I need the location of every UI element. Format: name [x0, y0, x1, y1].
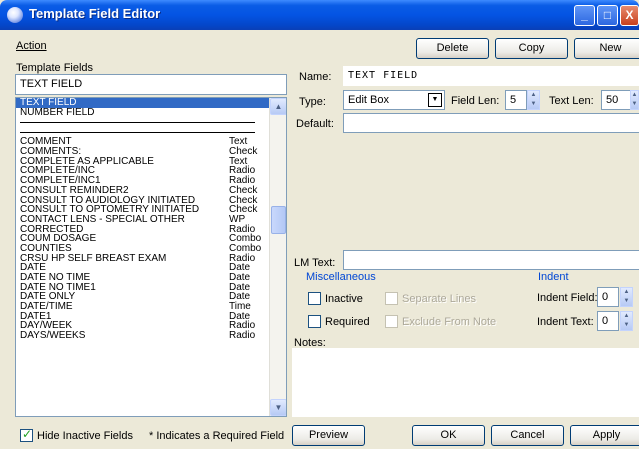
- list-scrollbar[interactable]: ▲ ▼: [269, 98, 286, 416]
- selected-field-display[interactable]: TEXT FIELD: [15, 74, 287, 95]
- delete-button[interactable]: Delete: [416, 38, 489, 59]
- required-label: Required: [325, 316, 370, 328]
- inactive-label: Inactive: [325, 293, 363, 305]
- app-icon: [7, 7, 23, 23]
- required-checkbox[interactable]: [308, 315, 321, 328]
- list-separator: [16, 117, 269, 127]
- lm-text-label: LM Text:: [294, 257, 336, 269]
- indent-text-input[interactable]: 0: [597, 311, 619, 331]
- indent-field-label: Indent Field:: [537, 292, 598, 304]
- field-len-label: Field Len:: [451, 95, 500, 107]
- text-len-label: Text Len:: [549, 95, 594, 107]
- new-button[interactable]: New: [574, 38, 639, 59]
- separate-lines-label: Separate Lines: [402, 293, 476, 305]
- text-len-input[interactable]: 50: [601, 90, 631, 110]
- lm-text-field[interactable]: [343, 250, 639, 270]
- menu-action[interactable]: Action: [16, 40, 47, 52]
- indent-text-spinner[interactable]: ▲ ▼: [620, 311, 633, 331]
- indent-field-input[interactable]: 0: [597, 287, 619, 307]
- indent-caption: Indent: [536, 271, 571, 283]
- list-rows: TEXT FIELD NUMBER FIELD COMMENT Text COMMENT…: [16, 98, 269, 341]
- copy-button[interactable]: Copy: [495, 38, 568, 59]
- cancel-button[interactable]: Cancel: [491, 425, 564, 446]
- title-bar[interactable]: Template Field Editor _ □ X: [0, 0, 639, 30]
- exclude-from-note-checkbox: [385, 315, 398, 328]
- scroll-down-icon[interactable]: ▼: [270, 399, 286, 416]
- hide-inactive-label: Hide Inactive Fields: [37, 430, 133, 442]
- scroll-thumb[interactable]: [271, 206, 286, 234]
- separate-lines-checkbox: [385, 292, 398, 305]
- template-fields-list[interactable]: TEXT FIELD NUMBER FIELD COMMENT Text COMMENT…: [15, 97, 287, 417]
- list-item-name: NUMBER FIELD: [20, 106, 95, 118]
- list-item[interactable]: NUMBER FIELD: [16, 106, 269, 118]
- type-select[interactable]: Edit Box ▼: [343, 90, 445, 110]
- exclude-from-note-label: Exclude From Note: [402, 316, 497, 328]
- apply-button[interactable]: Apply: [570, 425, 639, 446]
- hide-inactive-checkbox[interactable]: [20, 427, 33, 442]
- ok-button[interactable]: OK: [412, 425, 485, 446]
- type-label: Type:: [299, 96, 326, 108]
- default-label: Default:: [296, 118, 334, 130]
- field-len-input[interactable]: 5: [505, 90, 527, 110]
- preview-button[interactable]: Preview: [292, 425, 365, 446]
- notes-field[interactable]: [292, 348, 639, 417]
- miscellaneous-caption: Miscellaneous: [304, 271, 378, 283]
- scroll-up-icon[interactable]: ▲: [270, 98, 286, 115]
- required-field-note: * Indicates a Required Field: [149, 430, 285, 442]
- text-len-spinner[interactable]: ▲ ▼: [630, 90, 639, 110]
- name-field[interactable]: TEXT FIELD: [343, 66, 639, 86]
- field-len-spinner[interactable]: ▲ ▼: [527, 90, 540, 110]
- window-title: Template Field Editor: [29, 6, 161, 21]
- close-button[interactable]: X: [620, 5, 639, 26]
- minimize-button[interactable]: _: [574, 5, 595, 26]
- list-item-name: DAYS/WEEKS: [20, 330, 86, 342]
- indent-field-spinner[interactable]: ▲ ▼: [620, 287, 633, 307]
- type-value: Edit Box: [348, 94, 389, 106]
- chevron-down-icon[interactable]: ▼: [428, 93, 442, 107]
- name-label: Name:: [299, 71, 332, 83]
- maximize-button[interactable]: □: [597, 5, 618, 26]
- list-item-type: Radio: [229, 330, 256, 342]
- template-fields-label: Template Fields: [16, 62, 94, 74]
- default-field[interactable]: [343, 113, 639, 133]
- indent-text-label: Indent Text:: [537, 316, 594, 328]
- list-item[interactable]: DAYS/WEEKS Radio: [16, 331, 269, 341]
- inactive-checkbox[interactable]: [308, 292, 321, 305]
